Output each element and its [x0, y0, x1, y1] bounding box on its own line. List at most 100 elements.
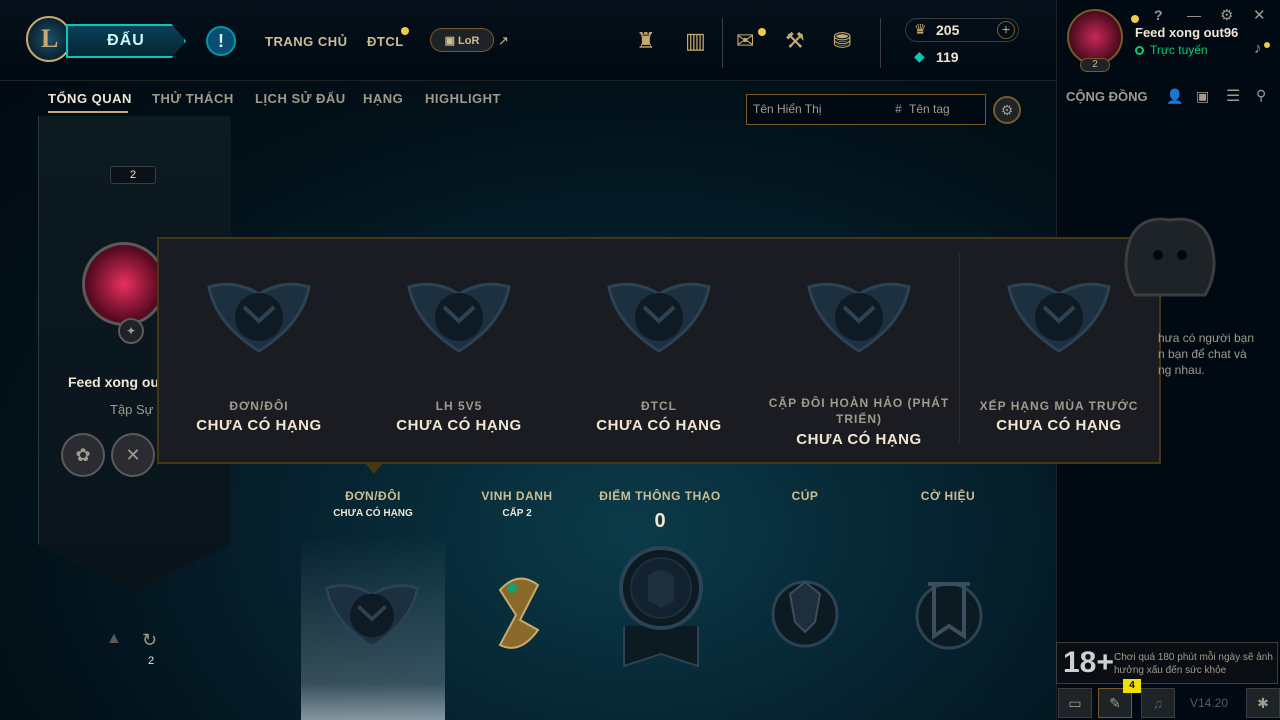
column-honor-title[interactable]: VINH DANH — [447, 489, 587, 503]
chat-icon[interactable]: ▭ — [1058, 688, 1092, 718]
crest-icon: ✦ — [118, 318, 144, 344]
close-icon[interactable]: ✕ — [1253, 6, 1266, 24]
social-empty-text: hưa có người bạn n bạn để chat và ng nha… — [1158, 331, 1254, 377]
tab-match-history[interactable]: LỊCH SỬ ĐẤU — [255, 91, 346, 106]
bell-icon[interactable]: ♪ — [1254, 40, 1262, 57]
external-link-icon: ↗ — [498, 33, 509, 48]
rank-tier-label: CHƯA CÓ HẠNG — [796, 431, 922, 448]
rank-flex: LH 5V5 CHƯA CÓ HẠNG — [359, 279, 559, 434]
hash-icon: # — [895, 102, 902, 116]
list-icon[interactable]: ☰ — [1226, 86, 1240, 106]
chevron-up-icon[interactable]: ▲ — [106, 630, 122, 648]
settings-icon[interactable]: ⚙ — [1220, 6, 1233, 24]
rp-icon: ♛ — [914, 21, 927, 37]
social-title: CỘNG ĐỒNG — [1066, 89, 1148, 104]
add-folder-icon[interactable]: ▣ — [1196, 88, 1209, 105]
avatar[interactable] — [1067, 9, 1123, 65]
minimize-icon[interactable]: — — [1187, 7, 1201, 23]
add-friend-icon[interactable]: 👤 — [1166, 88, 1183, 105]
rank-queue-label: ĐTCL — [641, 399, 677, 413]
mastery-emblem-icon[interactable] — [618, 546, 704, 668]
banner-name: Feed xong ou — [68, 374, 159, 390]
unranked-emblem-icon — [807, 282, 911, 353]
notice-text: Chơi quá 180 phút mỗi ngày sẽ ảnh hưởng … — [1114, 652, 1273, 676]
worlds-icon[interactable]: ♜ — [636, 28, 656, 54]
unranked-emblem-icon — [607, 282, 711, 353]
nav-tft[interactable]: ĐTCL — [367, 34, 404, 49]
summoner-name[interactable]: Feed xong out96 — [1135, 25, 1238, 40]
tab-highlights[interactable]: HIGHLIGHT — [425, 91, 501, 106]
name-input[interactable]: Tên Hiển Thị — [753, 102, 821, 116]
active-tab-underline — [48, 111, 128, 113]
tooltip-arrow — [364, 462, 384, 474]
collection-icon[interactable]: ▥ — [685, 28, 706, 54]
rank-tier-label: CHƯA CÓ HẠNG — [396, 417, 522, 434]
crafting-icon[interactable]: ⚒ — [785, 28, 805, 54]
loot-dot — [758, 28, 766, 36]
tab-challenges[interactable]: THỬ THÁCH — [152, 91, 234, 106]
banner-emblem-icon[interactable] — [914, 576, 984, 651]
rp-amount: 205 — [936, 22, 960, 38]
online-icon — [1135, 46, 1144, 55]
league-logo[interactable]: L — [26, 16, 72, 62]
loot-icon[interactable]: ✉ — [736, 28, 754, 54]
blue-essence-icon: ◆ — [914, 48, 925, 64]
gear-icon[interactable]: ⚙ — [993, 96, 1021, 124]
divider — [880, 18, 881, 68]
notification-dot — [401, 27, 409, 35]
nav-home[interactable]: TRANG CHỦ — [265, 34, 348, 49]
rank-queue-label: ĐƠN/ĐÔI — [229, 399, 289, 413]
rank-solo-duo: ĐƠN/ĐÔI CHƯA CÓ HẠNG — [159, 279, 359, 434]
rank-tier-label: CHƯA CÓ HẠNG — [196, 417, 322, 434]
ranked-tooltip: ĐƠN/ĐÔI CHƯA CÓ HẠNG LH 5V5 CHƯA CÓ HẠNG… — [157, 237, 1161, 464]
level-badge: 2 — [1080, 58, 1110, 72]
unranked-emblem-icon — [207, 282, 311, 353]
alert-icon[interactable]: ! — [206, 26, 236, 56]
column-trophies-title[interactable]: CÚP — [735, 489, 875, 503]
search-icon[interactable]: ⚲ — [1256, 87, 1266, 104]
microphone-icon[interactable]: ♫ — [1141, 688, 1175, 718]
rank-tft: ĐTCL CHƯA CÓ HẠNG — [559, 279, 759, 434]
unranked-emblem-icon — [1007, 282, 1111, 353]
store-icon[interactable]: ⛃ — [833, 28, 851, 54]
banner-title: Tập Sự — [110, 402, 154, 417]
tab-ranked[interactable]: HẠNG — [363, 91, 403, 106]
column-banners-title[interactable]: CỜ HIỆU — [878, 489, 1018, 503]
buy-rp-button[interactable]: + — [997, 21, 1015, 39]
status-dot — [1131, 15, 1139, 23]
message-count-badge: 4 — [1123, 679, 1141, 693]
summoner-search[interactable]: Tên Hiển Thị # Tên tag — [746, 94, 986, 125]
unranked-emblem-icon — [407, 282, 511, 353]
bug-report-icon[interactable]: ✱ — [1246, 688, 1280, 718]
divider — [722, 18, 723, 68]
play-time-notice: 18+ Chơi quá 180 phút mỗi ngày sẽ ảnh hư… — [1056, 642, 1278, 684]
rank-tier-label: CHƯA CÓ HẠNG — [996, 417, 1122, 434]
tab-overview[interactable]: TỔNG QUAN — [48, 91, 132, 106]
rank-queue-label: XẾP HẠNG MÙA TRƯỚC — [979, 399, 1139, 413]
tag-input[interactable]: Tên tag — [909, 102, 950, 116]
cross-token-icon[interactable]: ✕ — [111, 433, 155, 477]
column-solo-duo-title[interactable]: ĐƠN/ĐÔI — [303, 489, 443, 503]
column-honor-sub: CẤP 2 — [502, 508, 532, 519]
banner-avatar — [82, 242, 166, 326]
lor-button[interactable]: ▣ LoR — [430, 28, 494, 52]
help-icon[interactable]: ? — [1154, 7, 1163, 23]
rank-tier-label: CHƯA CÓ HẠNG — [596, 417, 722, 434]
refresh-icon[interactable]: ↻ — [142, 630, 157, 651]
play-button[interactable]: ĐẤU — [66, 24, 186, 58]
version-label: V14.20 — [1190, 696, 1229, 710]
column-solo-duo-sub: CHƯA CÓ HẠNG — [333, 508, 413, 519]
column-mastery-title[interactable]: ĐIỂM THÔNG THẠO — [590, 489, 730, 503]
refresh-count: 2 — [148, 655, 155, 667]
banner-level-badge: 2 — [110, 166, 156, 184]
solo-duo-emblem-icon[interactable] — [322, 580, 422, 650]
mastery-score: 0 — [654, 510, 666, 532]
trophy-emblem-icon[interactable] — [770, 572, 840, 652]
age-rating: 18+ — [1063, 646, 1114, 679]
be-amount: 119 — [936, 49, 959, 65]
honor-emblem-icon[interactable] — [490, 570, 546, 660]
rose-token-icon[interactable]: ✿ — [61, 433, 105, 477]
rank-double-up: CẶP ĐÔI HOÀN HẢO (PHÁT TRIỂN) CHƯA CÓ HẠ… — [759, 279, 959, 448]
poro-icon — [1124, 217, 1216, 297]
status-text[interactable]: Trực tuyến — [1150, 43, 1208, 57]
